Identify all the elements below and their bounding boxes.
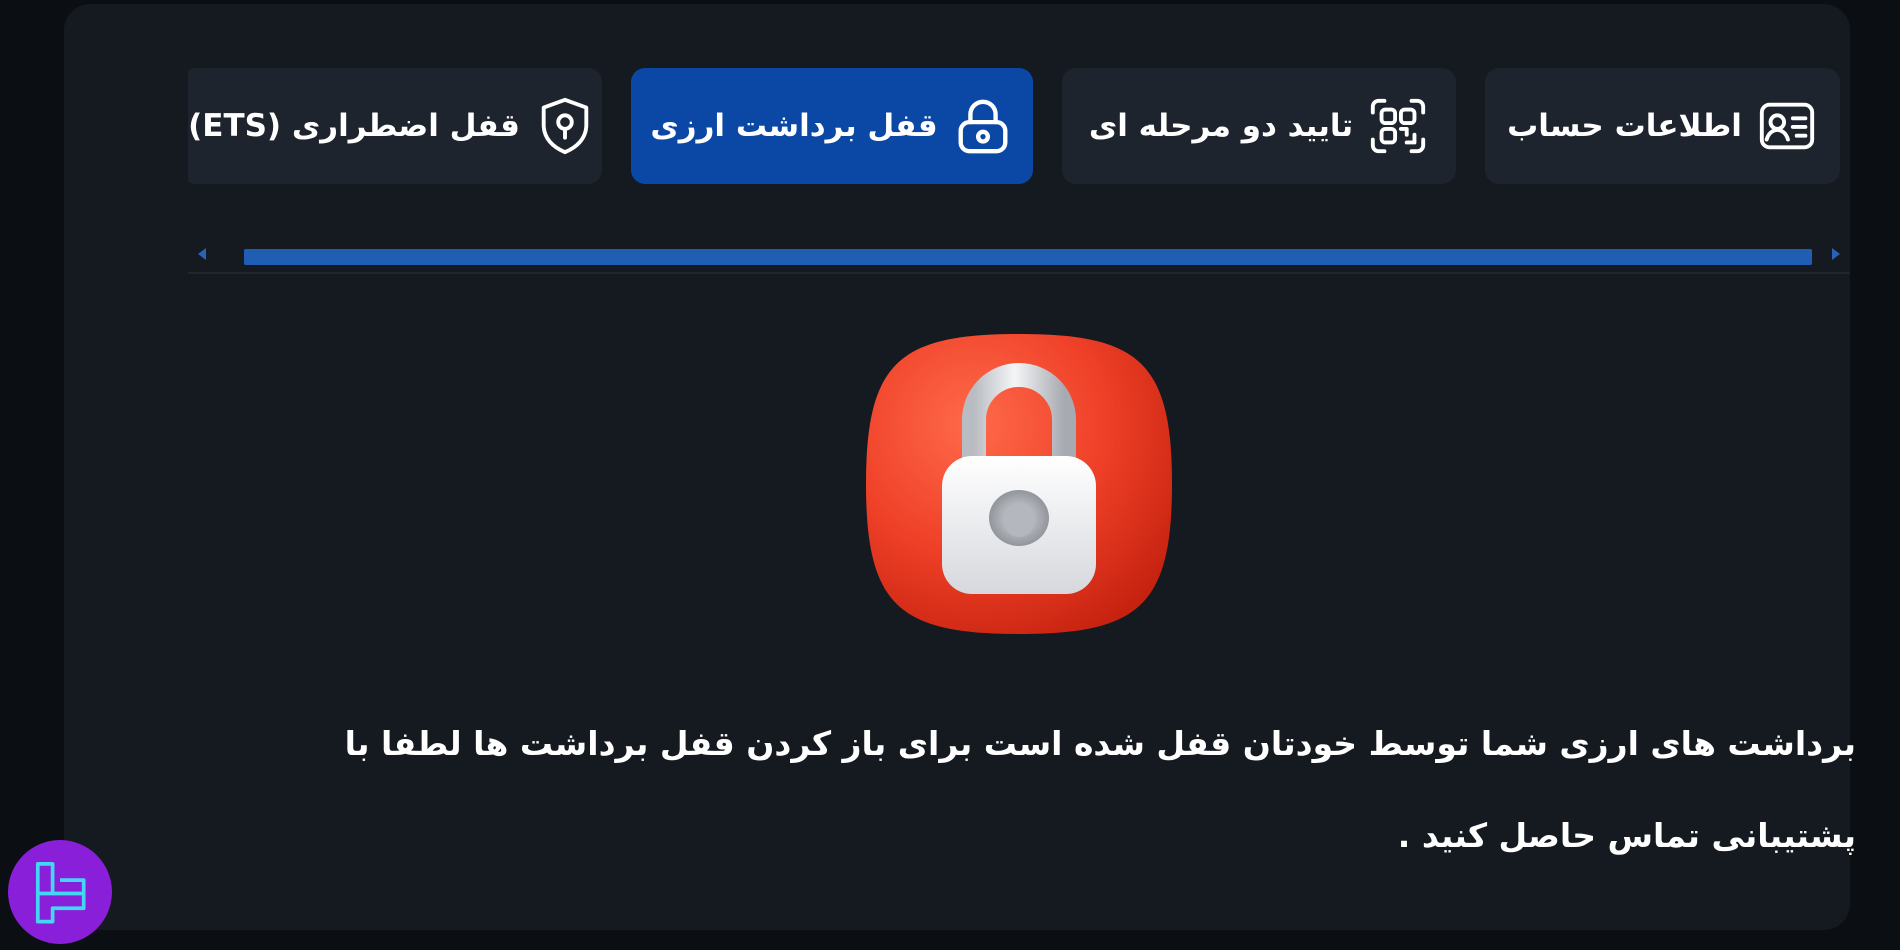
lock-icon [952,95,1014,157]
tab-account-info[interactable]: اطلاعات حساب [1485,68,1840,184]
tabs-viewport: اطلاعات حساب تایید دو مرحله ای قفل برداش… [188,68,1840,184]
divider [188,272,1850,274]
id-card-icon [1756,95,1818,157]
tradingfinder-logo-icon [8,840,112,944]
tab-label: قفل برداشت ارزی [650,108,938,144]
scrollbar-thumb[interactable] [244,249,1812,265]
scroll-right-arrow-icon[interactable] [1832,248,1840,260]
scroll-left-arrow-icon[interactable] [198,248,206,260]
tab-label: تایید دو مرحله ای [1088,108,1354,144]
padlock-illustration [864,332,1174,636]
tab-crypto-withdraw-lock[interactable]: قفل برداشت ارزی [631,68,1033,184]
withdraw-locked-message: برداشت های ارزی شما توسط خودتان قفل شده … [344,724,1856,855]
security-settings-panel: اطلاعات حساب تایید دو مرحله ای قفل برداش… [64,4,1856,930]
security-tabs: اطلاعات حساب تایید دو مرحله ای قفل برداش… [188,68,1840,184]
qr-scan-icon [1367,95,1429,157]
tab-emergency-lock[interactable]: قفل اضطراری (ETS) [188,68,602,184]
tab-label: قفل اضطراری (ETS) [188,108,520,144]
tabs-scrollbar[interactable] [188,240,1850,274]
tab-two-factor[interactable]: تایید دو مرحله ای [1062,68,1456,184]
shield-icon [534,95,596,157]
tab-label: اطلاعات حساب [1507,108,1742,144]
